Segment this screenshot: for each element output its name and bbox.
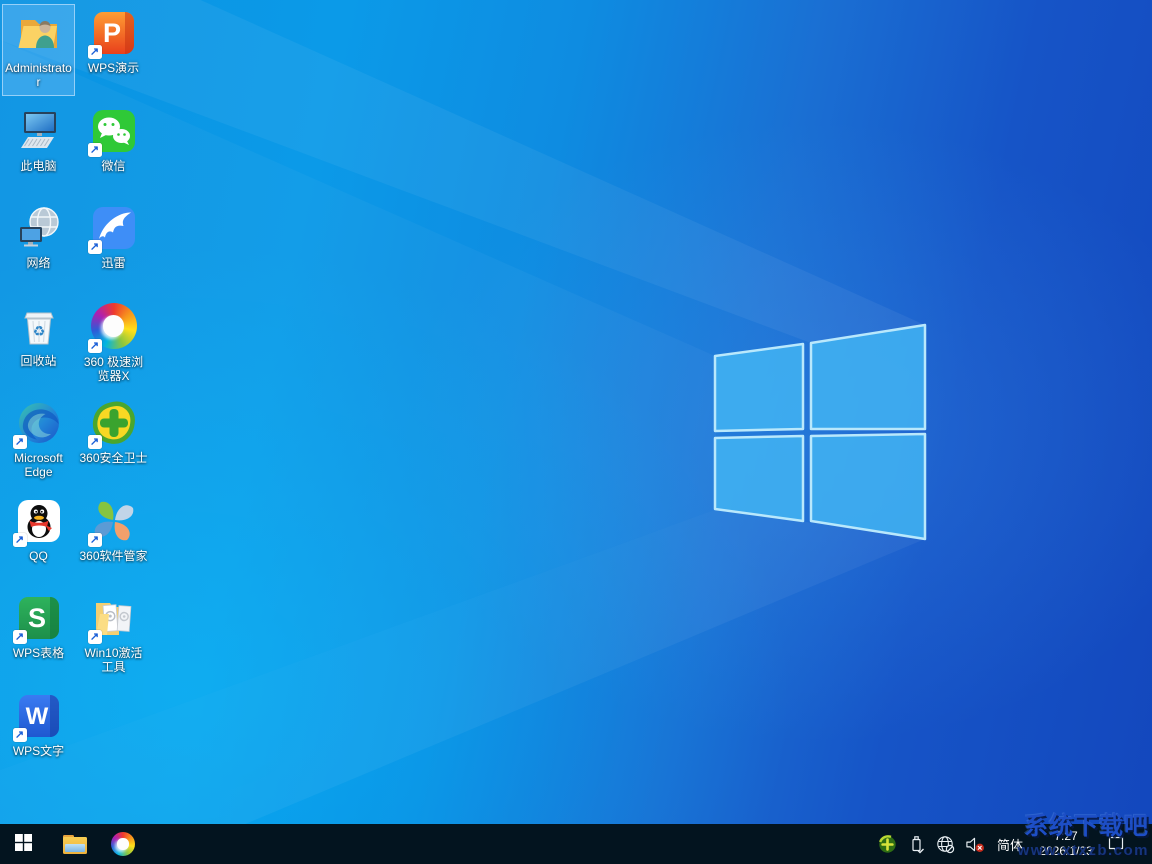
wps-writer-icon: W ↗ bbox=[12, 692, 63, 742]
taskbar-360-browser-button[interactable] bbox=[100, 824, 146, 864]
wechat-icon: ↗ bbox=[87, 107, 138, 157]
desktop-icon-xunlei[interactable]: ↗ 迅雷 bbox=[77, 199, 150, 291]
desktop-icon-wps-spreadsheet[interactable]: S ↗ WPS表格 bbox=[2, 589, 75, 681]
clock-time: 7:27 bbox=[1054, 829, 1078, 843]
desktop-icon-label: QQ bbox=[29, 549, 48, 563]
360-browser-icon: ↗ bbox=[87, 303, 138, 353]
desktop-icon-label: Microsoft Edge bbox=[14, 451, 63, 480]
wps-spreadsheet-icon: S ↗ bbox=[12, 594, 63, 644]
360-safety-tray-icon[interactable] bbox=[878, 833, 898, 855]
windows-start-icon bbox=[14, 834, 32, 854]
desktop-wallpaper bbox=[0, 0, 1152, 864]
desktop-icon-qq[interactable]: ↗ QQ bbox=[2, 492, 75, 584]
desktop-icon-label: Administrator bbox=[5, 61, 72, 90]
desktop-icon-label: 360 极速浏览器X bbox=[83, 355, 144, 384]
desktop-icon-label: WPS演示 bbox=[87, 61, 140, 75]
desktop-icon-wps-presentation[interactable]: P ↗ WPS演示 bbox=[77, 4, 150, 96]
shortcut-arrow-icon: ↗ bbox=[87, 143, 102, 157]
taskbar-file-explorer-button[interactable] bbox=[52, 824, 98, 864]
wps-presentation-icon: P ↗ bbox=[87, 9, 138, 59]
desktop-icon-this-pc[interactable]: 此电脑 bbox=[2, 102, 75, 194]
input-method-indicator[interactable]: 简体 bbox=[994, 835, 1026, 854]
usb-device-icon[interactable] bbox=[907, 833, 927, 855]
shortcut-arrow-icon: ↗ bbox=[87, 533, 102, 547]
shortcut-arrow-icon: ↗ bbox=[12, 435, 27, 449]
start-button[interactable] bbox=[0, 824, 46, 864]
desktop-icon-360-browser[interactable]: ↗ 360 极速浏览器X bbox=[77, 297, 150, 389]
windows-logo-wallpaper bbox=[0, 0, 927, 864]
qq-icon: ↗ bbox=[12, 497, 63, 547]
desktop-icon-wps-writer[interactable]: W ↗ WPS文字 bbox=[2, 687, 75, 779]
desktop-icon-360-safety[interactable]: ↗ 360安全卫士 bbox=[77, 394, 150, 486]
svg-text:S: S bbox=[27, 603, 45, 633]
360-safety-icon: ↗ bbox=[87, 399, 138, 449]
taskbar-clock[interactable]: 7:27 2026/1/23 bbox=[1035, 829, 1097, 859]
desktop-icon-label: 360软件管家 bbox=[79, 549, 148, 563]
taskbar: 简体 7:27 2026/1/23 bbox=[0, 824, 1152, 864]
desktop-icon-wechat[interactable]: ↗ 微信 bbox=[77, 102, 150, 194]
desktop-icon-label: Win10激活工具 bbox=[84, 646, 143, 675]
microsoft-edge-icon: ↗ bbox=[12, 399, 63, 449]
desktop-icon-microsoft-edge[interactable]: ↗ Microsoft Edge bbox=[2, 394, 75, 486]
desktop-icon-grid: Administrator P ↗ WPS演示 此电脑 ↗ 微信 网络 ↗ 迅雷 ♻ … bbox=[0, 0, 160, 800]
desktop-icon-label: 360安全卫士 bbox=[79, 451, 148, 465]
win10-activator-icon: ↗ bbox=[87, 594, 138, 644]
xunlei-icon: ↗ bbox=[87, 204, 138, 254]
desktop-icon-360-software[interactable]: ↗ 360软件管家 bbox=[77, 492, 150, 584]
360-software-icon: ↗ bbox=[87, 497, 138, 547]
shortcut-arrow-icon: ↗ bbox=[87, 240, 102, 254]
svg-text:P: P bbox=[102, 18, 120, 48]
desktop-icon-label: 此电脑 bbox=[20, 159, 57, 173]
volume-muted-icon[interactable] bbox=[965, 833, 985, 855]
recycle-bin-icon: ♻ bbox=[15, 302, 63, 350]
clock-date: 2026/1/23 bbox=[1039, 844, 1093, 858]
file-explorer-icon bbox=[63, 834, 87, 854]
svg-text:♻: ♻ bbox=[32, 323, 45, 339]
shortcut-arrow-icon: ↗ bbox=[87, 45, 102, 59]
administrator-icon bbox=[15, 9, 63, 57]
action-center-icon[interactable] bbox=[1106, 833, 1126, 855]
desktop-icon-win10-activator[interactable]: ↗ Win10激活工具 bbox=[77, 589, 150, 681]
shortcut-arrow-icon: ↗ bbox=[12, 533, 27, 547]
network-icon bbox=[15, 204, 63, 252]
shortcut-arrow-icon: ↗ bbox=[12, 630, 27, 644]
desktop-icon-administrator[interactable]: Administrator bbox=[2, 4, 75, 96]
desktop-icon-recycle-bin[interactable]: ♻ 回收站 bbox=[2, 297, 75, 389]
shortcut-arrow-icon: ↗ bbox=[87, 339, 102, 353]
desktop-icon-network[interactable]: 网络 bbox=[2, 199, 75, 291]
network-blocked-icon[interactable] bbox=[936, 833, 956, 855]
shortcut-arrow-icon: ↗ bbox=[87, 630, 102, 644]
svg-text:W: W bbox=[25, 703, 48, 730]
shortcut-arrow-icon: ↗ bbox=[87, 435, 102, 449]
360-browser-icon bbox=[111, 832, 135, 856]
desktop-icon-label: 网络 bbox=[26, 256, 51, 270]
desktop-icon-label: WPS文字 bbox=[12, 744, 65, 758]
desktop-icon-label: 回收站 bbox=[20, 354, 57, 368]
desktop-icon-label: WPS表格 bbox=[12, 646, 65, 660]
this-pc-icon bbox=[15, 107, 63, 155]
desktop-icon-label: 迅雷 bbox=[101, 256, 126, 270]
desktop-icon-label: 微信 bbox=[101, 159, 126, 173]
shortcut-arrow-icon: ↗ bbox=[12, 728, 27, 742]
